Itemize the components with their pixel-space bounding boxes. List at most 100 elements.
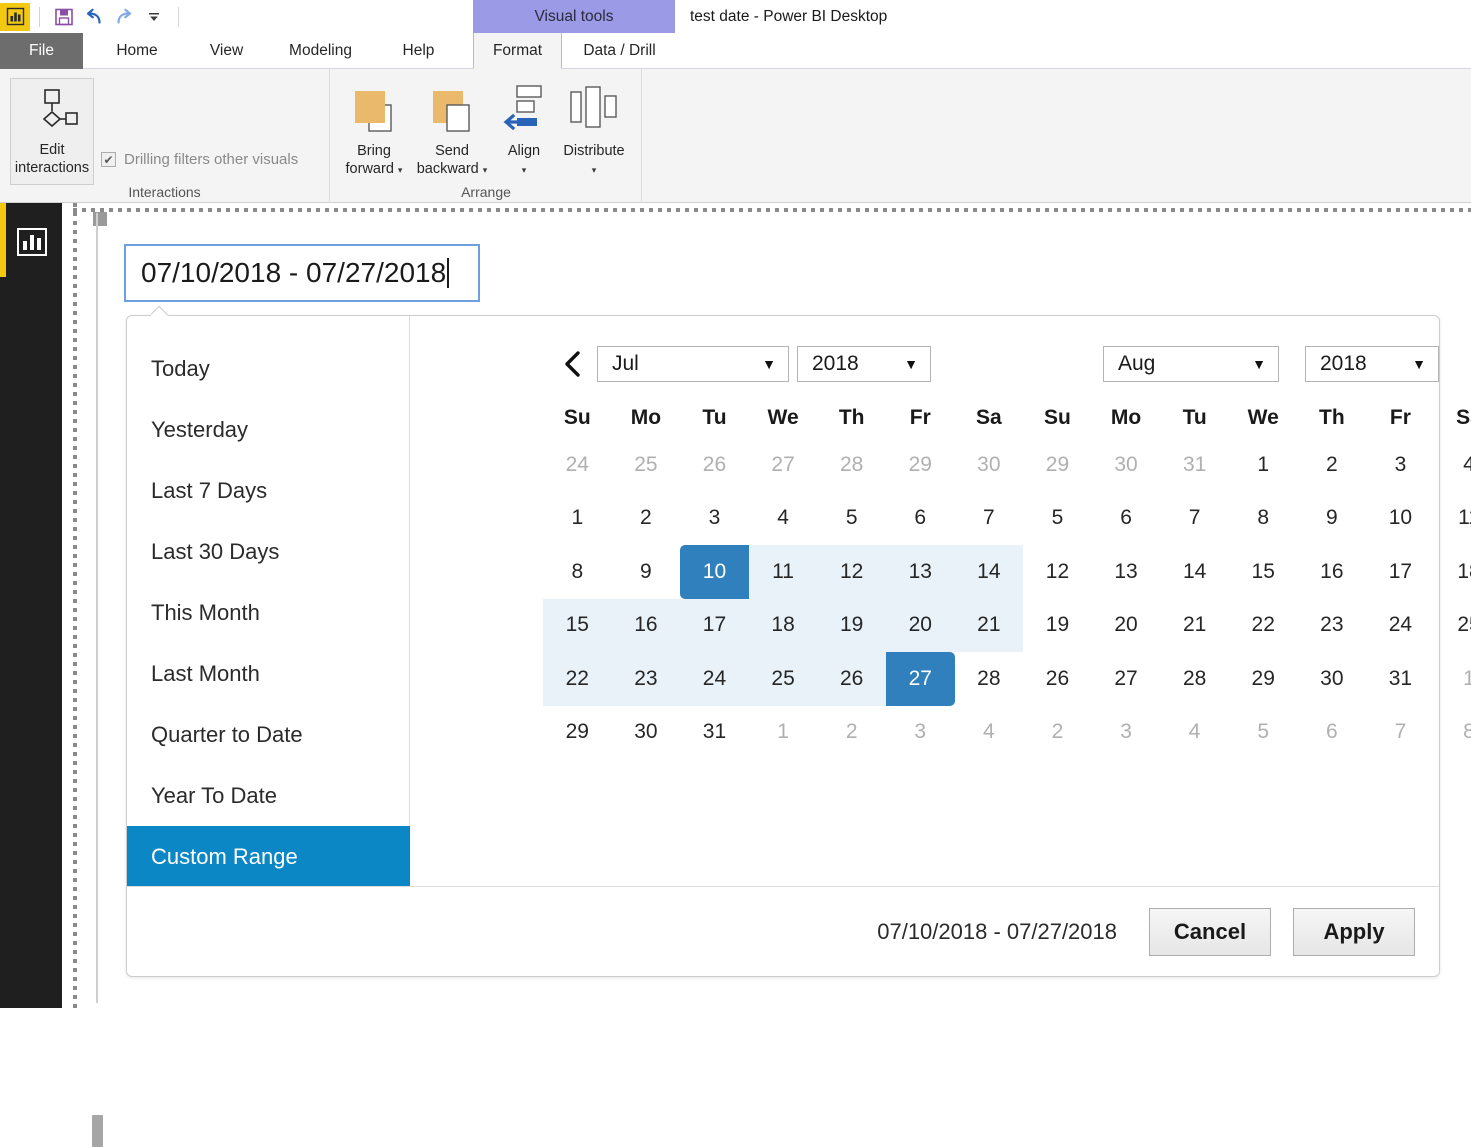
calendar-day-cell[interactable]: 7 [1366,706,1435,760]
calendar-day-cell[interactable]: 3 [680,492,749,546]
month-select-right[interactable]: Aug ▼ [1103,346,1279,382]
month-select-left[interactable]: Jul ▼ [597,346,789,382]
calendar-day-cell[interactable]: 14 [1160,545,1229,599]
calendar-day-cell[interactable]: 17 [1366,545,1435,599]
calendar-day-cell[interactable]: 24 [680,652,749,706]
preset-last-month[interactable]: Last Month [127,643,409,704]
calendar-day-cell[interactable]: 31 [680,706,749,760]
calendar-day-cell[interactable]: 24 [1366,599,1435,653]
calendar-day-cell[interactable]: 30 [955,438,1024,492]
calendar-day-cell[interactable]: 10 [1366,492,1435,546]
calendar-day-cell[interactable]: 1 [1229,438,1298,492]
calendar-day-cell[interactable]: 29 [1023,438,1092,492]
tab-help[interactable]: Help [382,33,455,69]
calendar-day-cell[interactable]: 8 [1229,492,1298,546]
date-range-input[interactable]: 07/10/2018 - 07/27/2018 [124,244,480,302]
calendar-day-cell[interactable]: 20 [885,598,955,652]
calendar-day-cell[interactable]: 27 [885,652,955,706]
calendar-day-cell[interactable]: 18 [1435,545,1471,599]
calendar-day-cell[interactable]: 28 [955,652,1024,706]
bring-forward-button[interactable]: Bring forward ▾ [335,78,413,188]
tab-home[interactable]: Home [95,33,179,69]
calendar-day-cell[interactable]: 1 [543,492,612,546]
calendar-day-cell[interactable]: 26 [1023,652,1092,706]
calendar-day-cell[interactable]: 29 [886,438,955,492]
calendar-day-cell[interactable]: 23 [1298,599,1367,653]
preset-yesterday[interactable]: Yesterday [127,399,409,460]
year-select-right[interactable]: 2018 ▼ [1305,346,1439,382]
calendar-day-cell[interactable]: 30 [1092,438,1161,492]
redo-icon[interactable] [109,3,139,31]
calendar-day-cell[interactable]: 16 [611,598,681,652]
align-button[interactable]: Align ▾ [494,78,554,188]
preset-year-to-date[interactable]: Year To Date [127,765,409,826]
calendar-day-cell[interactable]: 31 [1160,438,1229,492]
calendar-day-cell[interactable]: 15 [1229,545,1298,599]
calendar-day-cell[interactable]: 9 [612,545,681,599]
calendar-day-cell[interactable]: 18 [748,598,818,652]
calendar-day-cell[interactable]: 6 [886,492,955,546]
calendar-day-cell[interactable]: 17 [680,598,749,652]
calendar-day-cell[interactable]: 19 [1023,599,1092,653]
caret-down-icon[interactable]: ▾ [592,165,597,175]
calendar-day-cell[interactable]: 2 [612,492,681,546]
calendar-day-cell[interactable]: 1 [1435,652,1471,706]
calendar-day-cell[interactable]: 27 [749,438,818,492]
checkbox-checked-icon[interactable]: ✔ [101,152,116,167]
calendar-day-cell[interactable]: 22 [1229,599,1298,653]
calendar-day-cell[interactable]: 29 [543,706,612,760]
chevron-left-icon[interactable] [553,344,593,384]
calendar-day-cell[interactable]: 28 [817,438,886,492]
calendar-day-cell[interactable]: 11 [748,545,818,599]
caret-down-icon[interactable]: ▾ [398,165,403,175]
preset-today[interactable]: Today [127,338,409,399]
calendar-day-cell[interactable]: 13 [1092,545,1161,599]
calendar-day-cell[interactable]: 5 [1229,706,1298,760]
calendar-day-cell[interactable]: 12 [1023,545,1092,599]
calendar-day-cell[interactable]: 26 [680,438,749,492]
preset-last-7-days[interactable]: Last 7 Days [127,460,409,521]
calendar-day-cell[interactable]: 6 [1092,492,1161,546]
calendar-day-cell[interactable]: 2 [1023,706,1092,760]
cancel-button[interactable]: Cancel [1149,907,1271,956]
calendar-day-cell[interactable]: 2 [817,706,886,760]
calendar-day-cell[interactable]: 27 [1092,652,1161,706]
distribute-button[interactable]: Distribute ▾ [556,78,632,188]
calendar-day-cell[interactable]: 11 [1435,492,1471,546]
calendar-day-cell[interactable]: 31 [1366,652,1435,706]
calendar-day-cell[interactable]: 21 [1160,599,1229,653]
calendar-day-cell[interactable]: 3 [1092,706,1161,760]
calendar-day-cell[interactable]: 2 [1298,438,1367,492]
year-select-left[interactable]: 2018 ▼ [797,346,931,382]
send-backward-button[interactable]: Send backward ▾ [413,78,491,188]
calendar-day-cell[interactable]: 25 [748,652,818,706]
preset-last-30-days[interactable]: Last 30 Days [127,521,409,582]
calendar-day-cell[interactable]: 9 [1298,492,1367,546]
panel-resize-handle[interactable] [92,1115,103,1147]
calendar-day-cell[interactable]: 22 [543,652,612,706]
calendar-day-cell[interactable]: 7 [1160,492,1229,546]
calendar-day-cell[interactable]: 8 [543,545,612,599]
undo-icon[interactable] [79,3,109,31]
caret-down-icon[interactable]: ▾ [522,165,527,175]
calendar-day-cell[interactable]: 16 [1298,545,1367,599]
calendar-day-cell[interactable]: 25 [612,438,681,492]
calendar-day-cell[interactable]: 3 [886,706,955,760]
calendar-day-cell[interactable]: 5 [817,492,886,546]
calendar-day-cell[interactable]: 13 [885,545,955,599]
calendar-day-cell[interactable]: 4 [749,492,818,546]
calendar-day-cell[interactable]: 25 [1435,599,1471,653]
calendar-day-cell[interactable]: 4 [1160,706,1229,760]
tab-modeling[interactable]: Modeling [268,33,373,69]
calendar-day-cell[interactable]: 3 [1366,438,1435,492]
calendar-day-cell[interactable]: 10 [680,545,749,599]
preset-this-month[interactable]: This Month [127,582,409,643]
apply-button[interactable]: Apply [1293,907,1415,956]
calendar-day-cell[interactable]: 28 [1160,652,1229,706]
calendar-day-cell[interactable]: 6 [1298,706,1367,760]
tab-data-drill[interactable]: Data / Drill [563,33,676,69]
calendar-day-cell[interactable]: 12 [817,545,886,599]
calendar-day-cell[interactable]: 8 [1435,706,1471,760]
calendar-day-cell[interactable]: 14 [954,545,1024,599]
preset-quarter-to-date[interactable]: Quarter to Date [127,704,409,765]
